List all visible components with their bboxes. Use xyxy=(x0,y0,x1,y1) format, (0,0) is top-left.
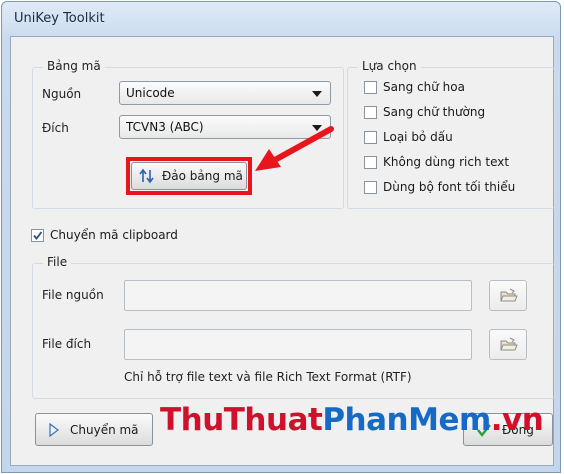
lua-chon-group: Lựa chọn Sang chữ hoa Sang chữ thường Lo… xyxy=(347,59,555,209)
source-encoding-select[interactable]: Unicode xyxy=(119,81,331,105)
file-dest-input[interactable] xyxy=(124,329,472,360)
option-minimal-font[interactable]: Dùng bộ font tối thiểu xyxy=(364,180,515,194)
option-label: Loại bỏ dấu xyxy=(383,130,453,144)
check-mark-icon xyxy=(33,230,43,240)
folder-open-icon xyxy=(500,288,518,302)
lua-chon-legend: Lựa chọn xyxy=(358,59,421,73)
play-triangle-icon xyxy=(49,422,59,437)
dest-encoding-value: TCVN3 (ABC) xyxy=(126,120,204,134)
file-source-label: File nguồn xyxy=(42,288,104,302)
watermark-part-2: PhanMem xyxy=(322,402,491,438)
file-dest-label: File đích xyxy=(42,337,92,351)
convert-label: Chuyển mã xyxy=(70,422,139,437)
folder-open-icon xyxy=(500,337,518,351)
swap-arrows-icon xyxy=(139,168,154,184)
watermark-part-1: ThuThuat xyxy=(160,402,323,438)
lowercase-checkbox[interactable] xyxy=(364,105,377,119)
watermark-logo: ThuThuatPhanMem.vn xyxy=(160,402,544,438)
source-encoding-value: Unicode xyxy=(126,86,175,100)
file-source-input[interactable] xyxy=(124,280,472,311)
bang-ma-legend: Bảng mã xyxy=(43,59,105,73)
swap-encoding-label: Đảo bảng mã xyxy=(162,169,243,183)
clipboard-checkbox[interactable] xyxy=(31,228,44,242)
swap-encoding-button[interactable]: Đảo bảng mã xyxy=(131,162,247,190)
option-label: Dùng bộ font tối thiểu xyxy=(383,180,516,194)
no-rich-text-checkbox[interactable] xyxy=(364,155,377,169)
uppercase-checkbox[interactable] xyxy=(364,80,377,94)
minimal-font-checkbox[interactable] xyxy=(364,180,377,194)
annotation-arrow-icon xyxy=(255,126,334,171)
option-no-rich-text[interactable]: Không dùng rich text xyxy=(364,155,509,169)
file-support-note: Chỉ hỗ trợ file text và file Rich Text F… xyxy=(124,370,412,384)
window-title: UniKey Toolkit xyxy=(14,11,105,26)
browse-dest-button[interactable] xyxy=(489,329,527,360)
dropdown-arrow-icon xyxy=(312,91,322,97)
convert-button[interactable]: Chuyển mã xyxy=(35,413,153,446)
browse-source-button[interactable] xyxy=(489,280,527,311)
watermark-part-3: .vn xyxy=(490,402,544,438)
option-label: Sang chữ thường xyxy=(383,105,486,119)
option-remove-accents[interactable]: Loại bỏ dấu xyxy=(364,130,453,144)
clipboard-option[interactable]: Chuyển mã clipboard xyxy=(31,228,178,242)
option-label: Không dùng rich text xyxy=(383,155,510,169)
remove-accents-checkbox[interactable] xyxy=(364,130,377,144)
clipboard-label: Chuyển mã clipboard xyxy=(50,228,178,242)
option-uppercase[interactable]: Sang chữ hoa xyxy=(364,80,465,94)
file-group: File File nguồn File đích Chỉ hỗ trợ fil… xyxy=(32,255,555,399)
source-encoding-label: Nguồn xyxy=(42,87,82,101)
dest-encoding-label: Đích xyxy=(42,121,69,135)
option-lowercase[interactable]: Sang chữ thường xyxy=(364,105,485,119)
file-legend: File xyxy=(43,255,72,269)
option-label: Sang chữ hoa xyxy=(383,80,465,94)
